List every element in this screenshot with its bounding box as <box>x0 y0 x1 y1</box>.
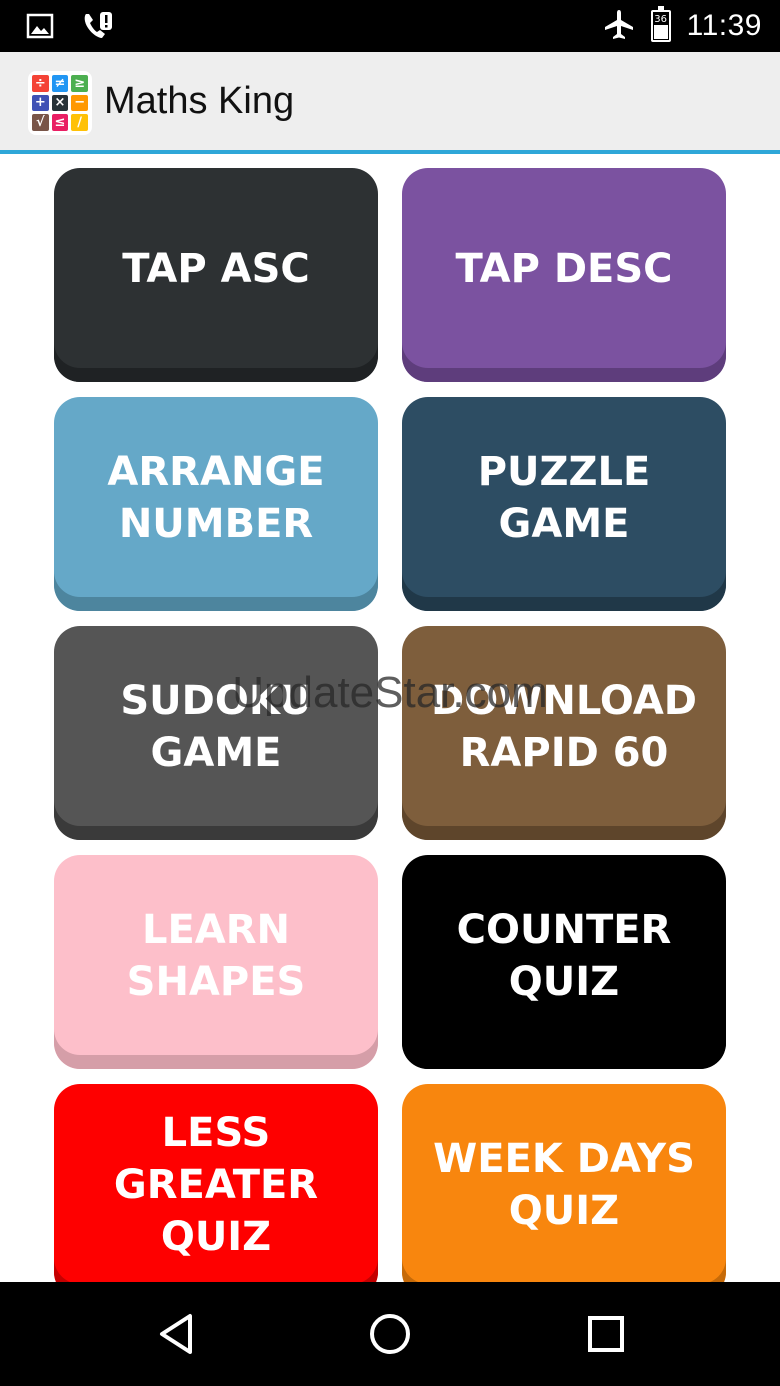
home-icon <box>370 1314 410 1354</box>
image-icon <box>26 12 54 44</box>
app-logo-cell: − <box>71 94 88 112</box>
learn-shapes-label: LEARN SHAPES <box>126 907 306 1005</box>
wifi-calling-icon <box>80 10 114 46</box>
app-logo-cell: ∕ <box>71 114 88 131</box>
menu-grid: TAP ASC TAP DESC ARRANGE NUMBER PUZZLE GAME… <box>54 168 726 1282</box>
tap-desc-label: TAP DESC <box>455 246 673 292</box>
app-logo-cell: × <box>51 94 69 112</box>
status-right-icons: 36 11:39 <box>603 6 762 46</box>
counter-quiz-button[interactable]: COUNTER QUIZ <box>402 855 726 1069</box>
recents-button[interactable] <box>582 1310 630 1358</box>
download-rapid-60-label: DOWNLOAD RAPID 60 <box>431 678 697 776</box>
learn-shapes-button[interactable]: LEARN SHAPES <box>54 855 378 1069</box>
arrange-number-label: ARRANGE NUMBER <box>107 449 325 547</box>
week-days-quiz-button[interactable]: WEEK DAYS QUIZ <box>402 1084 726 1282</box>
sudoku-game-button[interactable]: SUDOKU GAME <box>54 626 378 840</box>
battery-level: 36 <box>654 14 667 25</box>
tap-asc-button[interactable]: TAP ASC <box>54 168 378 382</box>
status-bar: 36 11:39 <box>0 0 780 52</box>
back-icon <box>160 1314 192 1354</box>
sudoku-game-label: SUDOKU GAME <box>120 678 312 776</box>
app-logo-cell: ≤ <box>51 114 69 131</box>
app-logo-icon: ÷ ≠ ≥ + × − √ ≤ ∕ <box>28 71 92 135</box>
tap-desc-button[interactable]: TAP DESC <box>402 168 726 382</box>
puzzle-game-label: PUZZLE GAME <box>477 449 651 547</box>
navigation-bar <box>0 1282 780 1386</box>
app-logo-cell: ≠ <box>51 75 69 92</box>
home-button[interactable] <box>366 1310 414 1358</box>
week-days-quiz-label: WEEK DAYS QUIZ <box>433 1136 695 1234</box>
app-bar: ÷ ≠ ≥ + × − √ ≤ ∕ Maths King <box>0 52 780 154</box>
download-rapid-60-button[interactable]: DOWNLOAD RAPID 60 <box>402 626 726 840</box>
status-left-icons <box>26 10 114 46</box>
arrange-number-button[interactable]: ARRANGE NUMBER <box>54 397 378 611</box>
app-title: Maths King <box>104 80 295 122</box>
status-time: 11:39 <box>686 9 762 42</box>
recents-icon <box>588 1316 624 1352</box>
battery-icon: 36 <box>650 6 671 42</box>
tap-asc-label: TAP ASC <box>122 246 310 292</box>
airplane-icon <box>603 8 635 44</box>
puzzle-game-button[interactable]: PUZZLE GAME <box>402 397 726 611</box>
app-logo-cell: ÷ <box>32 75 49 92</box>
app-logo-cell: + <box>32 94 49 112</box>
less-greater-quiz-button[interactable]: LESS GREATER QUIZ <box>54 1084 378 1282</box>
back-button[interactable] <box>152 1310 200 1358</box>
app-logo-cell: √ <box>32 114 49 131</box>
app-logo-cell: ≥ <box>71 75 88 92</box>
counter-quiz-label: COUNTER QUIZ <box>456 907 672 1005</box>
less-greater-quiz-label: LESS GREATER QUIZ <box>113 1110 319 1260</box>
